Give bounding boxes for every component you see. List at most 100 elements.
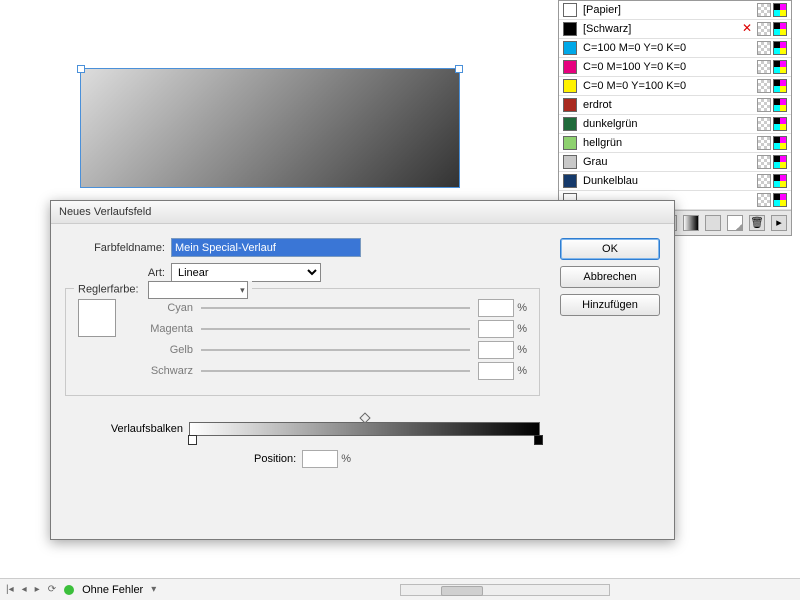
swatch-label: hellgrün xyxy=(583,137,757,149)
black-slider[interactable] xyxy=(201,370,470,372)
swatch-chip xyxy=(563,117,577,131)
cancel-button[interactable]: Abbrechen xyxy=(560,266,660,288)
color-mode-icon xyxy=(757,79,771,93)
swatch-label: C=0 M=100 Y=0 K=0 xyxy=(583,61,757,73)
swatch-label: C=0 M=0 Y=100 K=0 xyxy=(583,80,757,92)
stop-color-label: Reglerfarbe: xyxy=(78,284,139,296)
color-type-icon xyxy=(773,22,787,36)
swatch-label: [Papier] xyxy=(583,4,757,16)
swatch-row[interactable]: hellgrün xyxy=(559,134,791,153)
color-mode-icon xyxy=(757,22,771,36)
dialog-title: Neues Verlaufsfeld xyxy=(51,201,674,224)
color-preview-swatch xyxy=(78,299,116,337)
color-type-icon xyxy=(773,41,787,55)
black-label: Schwarz xyxy=(138,365,193,377)
swatch-label: Dunkelblau xyxy=(583,175,757,187)
selected-gradient-frame[interactable] xyxy=(80,68,460,188)
swatch-row[interactable]: C=100 M=0 Y=0 K=0 xyxy=(559,39,791,58)
delete-swatch-icon[interactable] xyxy=(749,215,765,231)
swatch-row[interactable]: C=0 M=100 Y=0 K=0 xyxy=(559,58,791,77)
swatch-name-input[interactable] xyxy=(171,238,361,257)
color-mode-icon xyxy=(757,3,771,17)
yellow-slider[interactable] xyxy=(201,349,470,351)
cyan-slider[interactable] xyxy=(201,307,470,309)
swatch-row[interactable]: Grau xyxy=(559,153,791,172)
color-mode-icon xyxy=(757,117,771,131)
color-mode-icon xyxy=(757,41,771,55)
new-gradient-dialog: Neues Verlaufsfeld Farbfeldname: Art: Li… xyxy=(50,200,675,540)
color-mode-icon xyxy=(757,174,771,188)
swatch-chip xyxy=(563,98,577,112)
horizontal-scrollbar[interactable] xyxy=(400,584,610,596)
color-mode-icon xyxy=(757,136,771,150)
midpoint-handle[interactable] xyxy=(359,412,370,423)
preflight-icon[interactable]: ⟳ xyxy=(48,584,56,595)
stop-color-select[interactable] xyxy=(148,281,248,299)
ok-button[interactable]: OK xyxy=(560,238,660,260)
swatch-row[interactable]: [Papier] xyxy=(559,1,791,20)
panel-menu-icon[interactable] xyxy=(771,215,787,231)
gradient-ramp[interactable] xyxy=(189,422,540,436)
cyan-value[interactable] xyxy=(478,299,514,317)
swatch-row[interactable]: erdrot xyxy=(559,96,791,115)
swatch-chip xyxy=(563,22,577,36)
color-type-icon xyxy=(773,79,787,93)
swatch-chip xyxy=(563,41,577,55)
gradient-stop-left[interactable] xyxy=(188,435,197,445)
swatch-chip xyxy=(563,155,577,169)
position-value[interactable] xyxy=(302,450,338,468)
swatch-row[interactable]: dunkelgrün xyxy=(559,115,791,134)
black-value[interactable] xyxy=(478,362,514,380)
add-button[interactable]: Hinzufügen xyxy=(560,294,660,316)
yellow-value[interactable] xyxy=(478,341,514,359)
color-type-icon xyxy=(773,117,787,131)
color-type-icon xyxy=(773,3,787,17)
new-swatch-icon[interactable] xyxy=(727,215,743,231)
color-mode-icon xyxy=(757,98,771,112)
color-type-icon xyxy=(773,60,787,74)
magenta-slider[interactable] xyxy=(201,328,470,330)
status-dot-icon xyxy=(64,585,74,595)
swatch-chip xyxy=(563,174,577,188)
color-type-icon xyxy=(773,155,787,169)
prev-page-icon[interactable]: ◂ xyxy=(22,584,27,595)
first-page-icon[interactable]: |◂ xyxy=(6,584,14,595)
swatch-chip xyxy=(563,60,577,74)
swatch-label: dunkelgrün xyxy=(583,118,757,130)
swatch-label: erdrot xyxy=(583,99,757,111)
color-mode-icon xyxy=(757,155,771,169)
gradient-ramp-label: Verlaufsbalken xyxy=(65,423,183,435)
swatch-label: Grau xyxy=(583,156,757,168)
color-type-icon xyxy=(773,136,787,150)
magenta-value[interactable] xyxy=(478,320,514,338)
swatch-label: C=100 M=0 Y=0 K=0 xyxy=(583,42,757,54)
color-mode-icon xyxy=(757,193,771,207)
gradient-stop-right[interactable] xyxy=(534,435,543,445)
swatch-view-icon[interactable] xyxy=(705,215,721,231)
color-type-icon xyxy=(773,98,787,112)
swatch-chip xyxy=(563,136,577,150)
gradient-icon[interactable] xyxy=(683,215,699,231)
swatch-chip xyxy=(563,79,577,93)
swatch-name-label: Farbfeldname: xyxy=(65,242,165,254)
swatch-row[interactable]: C=0 M=0 Y=100 K=0 xyxy=(559,77,791,96)
preflight-status: Ohne Fehler xyxy=(82,584,143,596)
color-type-icon xyxy=(773,193,787,207)
status-bar: |◂ ◂ ▸ ⟳ Ohne Fehler ▾ xyxy=(0,578,800,600)
magenta-label: Magenta xyxy=(138,323,193,335)
swatch-row[interactable]: [Schwarz] xyxy=(559,20,791,39)
cyan-label: Cyan xyxy=(138,302,193,314)
color-type-icon xyxy=(773,174,787,188)
yellow-label: Gelb xyxy=(138,344,193,356)
non-editable-icon xyxy=(741,22,755,36)
position-label: Position: xyxy=(254,453,296,465)
type-select[interactable]: Linear xyxy=(171,263,321,282)
type-label: Art: xyxy=(65,267,165,279)
color-mode-icon xyxy=(757,60,771,74)
stop-color-group: Reglerfarbe: Cyan % Magenta % xyxy=(65,288,540,396)
swatch-row[interactable]: Dunkelblau xyxy=(559,172,791,191)
swatch-label: [Schwarz] xyxy=(583,23,741,35)
next-page-icon[interactable]: ▸ xyxy=(35,584,40,595)
status-menu-icon[interactable]: ▾ xyxy=(151,584,156,595)
swatch-chip xyxy=(563,3,577,17)
